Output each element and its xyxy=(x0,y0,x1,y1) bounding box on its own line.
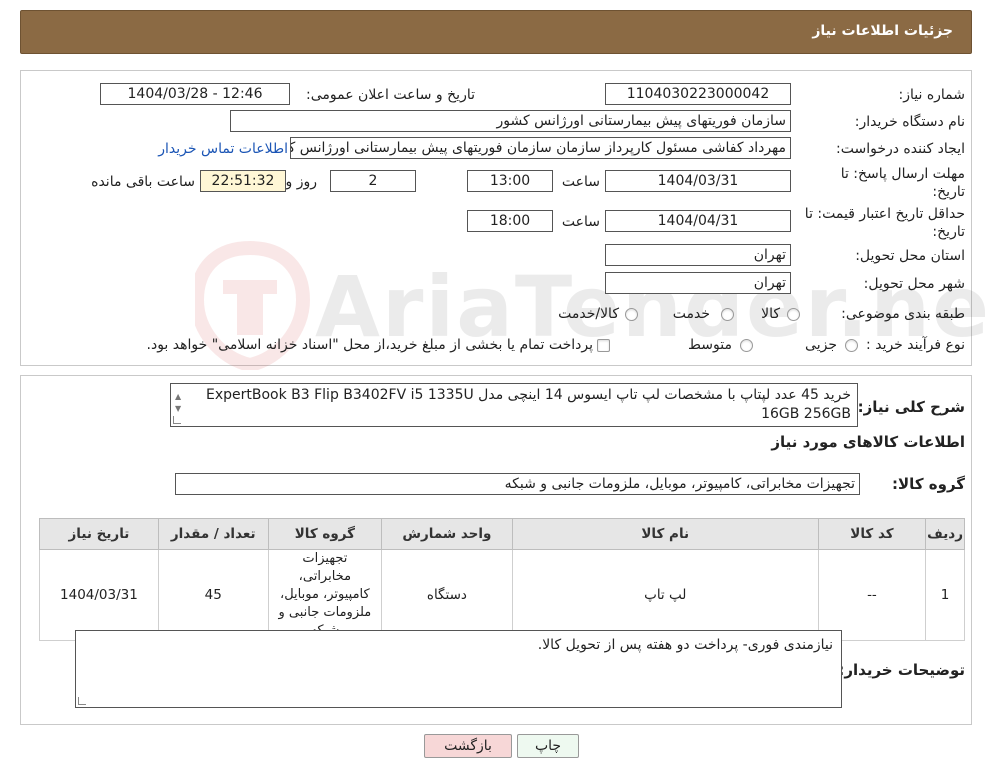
items-table: ردیف کد کالا نام کالا واحد شمارش گروه کا… xyxy=(39,518,965,641)
process-option-minor: جزیی xyxy=(805,337,837,353)
category-option-service: خدمت xyxy=(672,306,710,322)
city-label: شهر محل تحویل: xyxy=(863,276,965,292)
deadline-date-field[interactable]: 1404/03/31 xyxy=(605,170,791,192)
deadline-label-line1: مهلت ارسال پاسخ: تا xyxy=(840,166,965,182)
category-label: طبقه بندی موضوعی: xyxy=(841,306,965,322)
province-label: استان محل تحویل: xyxy=(855,248,965,264)
deadline-time-field[interactable]: 13:00 xyxy=(467,170,553,192)
buyer-org-label: نام دستگاه خریدار: xyxy=(854,114,965,130)
header-unit: واحد شمارش xyxy=(381,518,513,550)
validity-label-line2: تاریخ: xyxy=(932,224,965,240)
cell-item-name: لپ تاپ xyxy=(511,549,819,641)
validity-date-field[interactable]: 1404/04/31 xyxy=(605,210,791,232)
cell-quantity: 45 xyxy=(157,549,269,641)
creator-label: ایجاد کننده درخواست: xyxy=(836,141,965,157)
header-row-index: ردیف xyxy=(925,518,965,550)
category-radio-goods-service[interactable] xyxy=(625,308,638,321)
buyer-contact-link[interactable]: اطلاعات تماس خریدار xyxy=(158,141,288,157)
cell-need-date: 1404/03/31 xyxy=(39,549,159,641)
remaining-label: ساعت باقی مانده xyxy=(91,174,195,190)
items-title: اطلاعات کالاهای مورد نیاز xyxy=(771,433,965,451)
category-option-goods: کالا xyxy=(761,306,780,322)
page-header: جزئیات اطلاعات نیاز xyxy=(20,10,972,54)
announce-label: تاریخ و ساعت اعلان عمومی: xyxy=(306,87,475,103)
days-field: 2 xyxy=(330,170,416,192)
table-row: 1 -- لپ تاپ دستگاه تجهیزات مخابراتی، کام… xyxy=(39,549,965,641)
cell-item-code: -- xyxy=(817,549,927,641)
group-label: گروه کالا: xyxy=(892,475,965,493)
process-radio-minor[interactable] xyxy=(845,339,858,352)
resize-grip-icon[interactable] xyxy=(78,697,86,705)
validity-hour-label: ساعت xyxy=(561,214,600,230)
announce-field[interactable]: 1404/03/28 - 12:46 xyxy=(100,83,290,105)
summary-text: خرید 45 عدد لپتاپ با مشخصات لپ تاپ ایسوس… xyxy=(205,387,851,422)
process-note-checkbox[interactable] xyxy=(597,339,610,352)
table-header-row: ردیف کد کالا نام کالا واحد شمارش گروه کا… xyxy=(39,518,965,550)
summary-label: شرح کلی نیاز: xyxy=(857,398,965,416)
header-item-code: کد کالا xyxy=(817,518,927,550)
process-radio-medium[interactable] xyxy=(740,339,753,352)
category-radio-service[interactable] xyxy=(721,308,734,321)
back-button[interactable]: بازگشت xyxy=(424,734,512,758)
process-option-medium: متوسط xyxy=(688,337,732,353)
city-field[interactable]: تهران xyxy=(605,272,791,294)
deadline-label-line2: تاریخ: xyxy=(932,184,965,200)
group-field[interactable]: تجهیزات مخابراتی، کامپیوتر، موبایل، ملزو… xyxy=(175,473,860,495)
need-number-field[interactable]: 1104030223000042 xyxy=(605,83,791,105)
header-item-group: گروه کالا xyxy=(267,518,383,550)
header-quantity: تعداد / مقدار xyxy=(157,518,269,550)
validity-time-field[interactable]: 18:00 xyxy=(467,210,553,232)
resize-grip-icon[interactable] xyxy=(173,416,181,424)
category-option-goods-service: کالا/خدمت xyxy=(558,306,619,322)
category-radio-goods[interactable] xyxy=(787,308,800,321)
creator-field[interactable]: مهرداد کفاشی مسئول کارپرداز سازمان سازما… xyxy=(290,137,791,159)
province-field[interactable]: تهران xyxy=(605,244,791,266)
need-number-label: شماره نیاز: xyxy=(898,87,966,103)
print-button[interactable]: چاپ xyxy=(517,734,579,758)
page-title: جزئیات اطلاعات نیاز xyxy=(812,23,953,39)
items-table-wrapper: ردیف کد کالا نام کالا واحد شمارش گروه کا… xyxy=(39,518,965,641)
process-note: پرداخت تمام یا بخشی از مبلغ خرید،از محل … xyxy=(146,337,593,353)
deadline-hour-label: ساعت xyxy=(561,174,600,190)
announce-value: 1404/03/28 - 12:46 xyxy=(127,86,263,102)
days-label: روز و xyxy=(285,174,318,190)
buyer-notes-text: نیازمندی فوری- پرداخت دو هفته پس از تحوی… xyxy=(537,637,833,653)
cell-row-index: 1 xyxy=(925,549,965,641)
header-item-name: نام کالا xyxy=(511,518,819,550)
header-need-date: تاریخ نیاز xyxy=(39,518,159,550)
remaining-time-field: 22:51:32 xyxy=(200,170,286,192)
cell-unit: دستگاه xyxy=(381,549,513,641)
validity-label-line1: حداقل تاریخ اعتبار قیمت: تا xyxy=(804,206,965,222)
buyer-notes-label: توضیحات خریدار: xyxy=(838,661,965,679)
buyer-notes-textarea[interactable]: نیازمندی فوری- پرداخت دو هفته پس از تحوی… xyxy=(75,630,842,708)
buyer-org-field[interactable]: سازمان فوریتهای پیش بیمارستانی اورژانس ک… xyxy=(230,110,791,132)
summary-textarea[interactable]: خرید 45 عدد لپتاپ با مشخصات لپ تاپ ایسوس… xyxy=(170,383,858,427)
cell-item-group: تجهیزات مخابراتی، کامپیوتر، موبایل، ملزو… xyxy=(267,549,383,641)
process-label: نوع فرآیند خرید : xyxy=(866,337,965,353)
